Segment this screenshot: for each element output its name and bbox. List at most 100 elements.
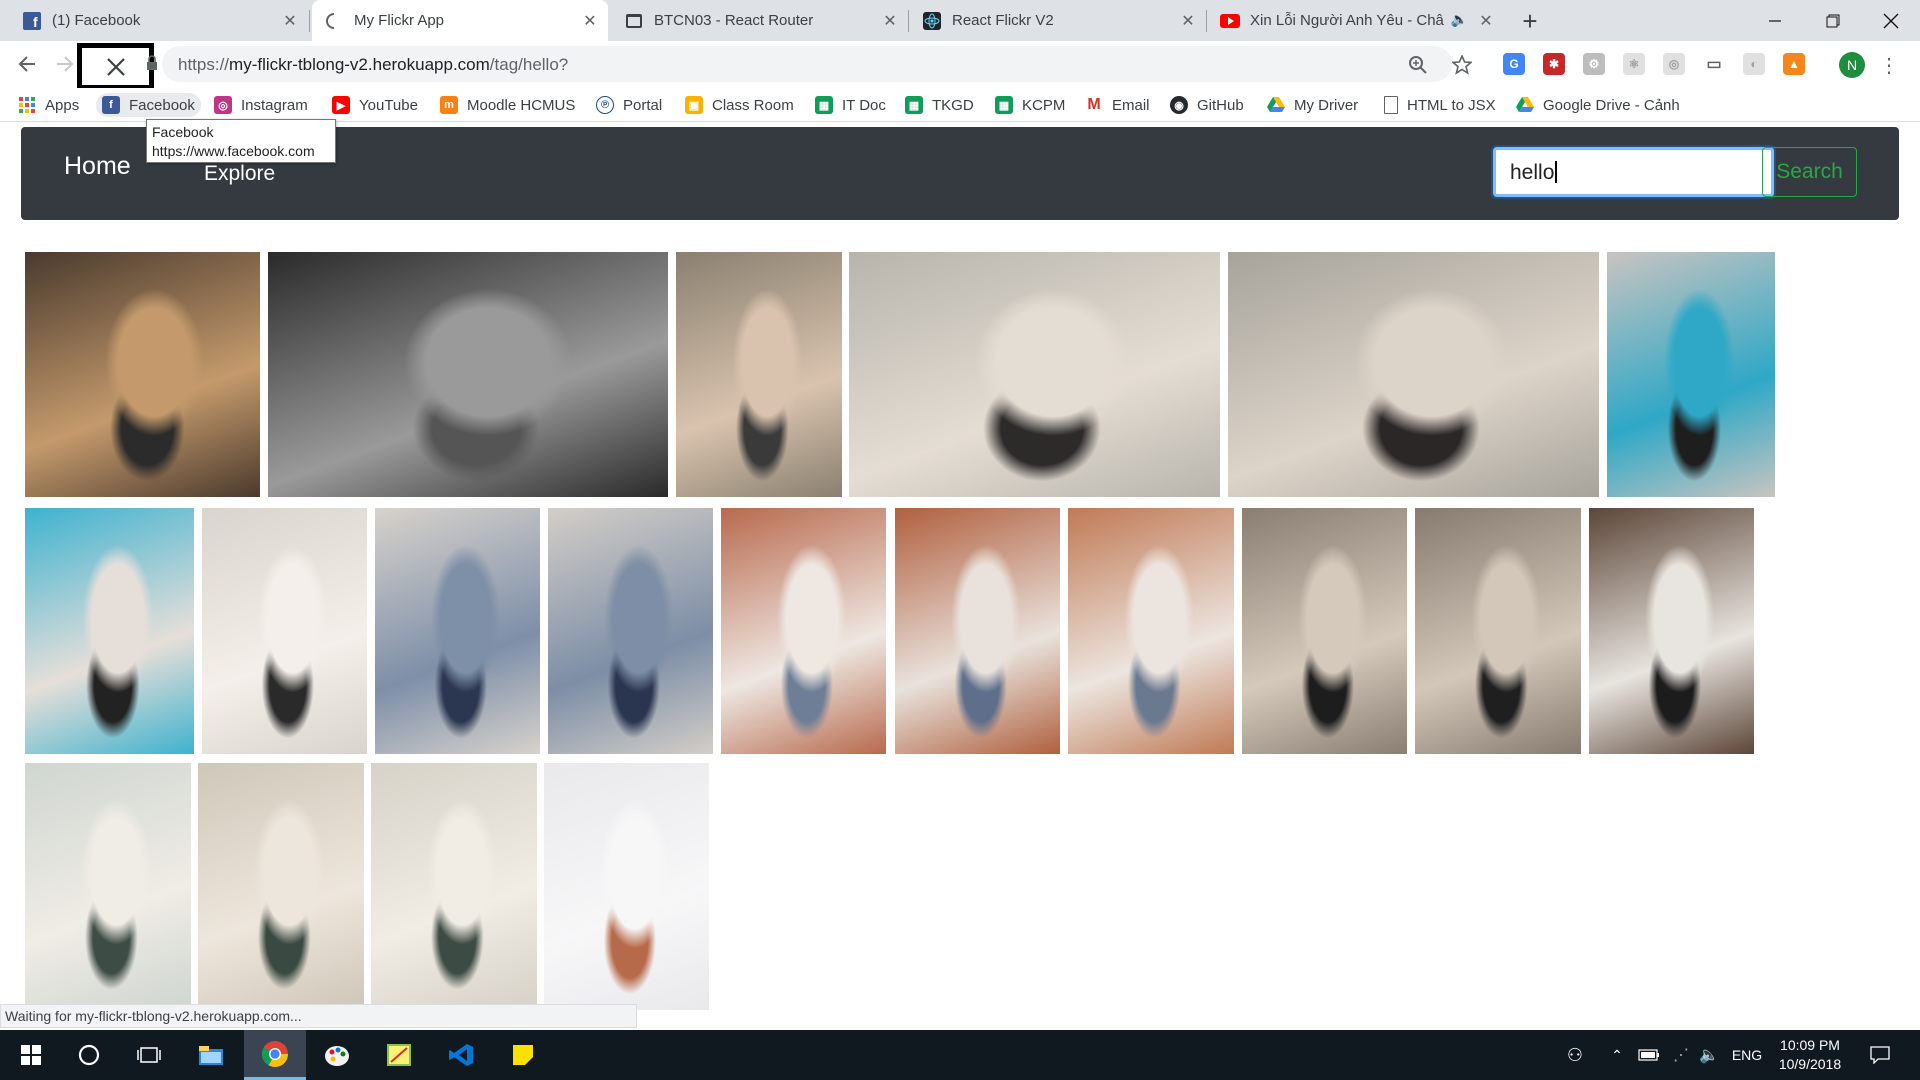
gallery-photo[interactable] [1228, 252, 1599, 497]
browser-toolbar: https://my-flickr-tblong-v2.herokuapp.co… [0, 41, 1920, 90]
windows-start-icon[interactable] [0, 1030, 62, 1080]
audio-playing-icon[interactable]: 🔈 [1451, 11, 1468, 28]
bookmark-apps[interactable]: Apps [18, 93, 79, 117]
metamask-fox-icon[interactable]: ▲ [1783, 53, 1805, 75]
bookmark-label: TKGD [932, 96, 974, 114]
gallery-photo[interactable] [202, 508, 367, 754]
tab-close-icon[interactable]: ✕ [880, 11, 900, 31]
bookmark-classroom[interactable]: ▣ Class Room [685, 93, 794, 117]
nav-home-link[interactable]: Home [64, 152, 131, 181]
bookmark-facebook[interactable]: f Facebook [96, 93, 201, 117]
bookmark-instagram[interactable]: ◎ Instagram [214, 93, 308, 117]
close-window-button[interactable] [1862, 0, 1920, 41]
stop-loading-button[interactable] [77, 43, 154, 90]
extension-moon-icon[interactable]: ◐ [1743, 53, 1765, 75]
bookmark-it-doc[interactable]: ▦ IT Doc [815, 93, 886, 117]
restore-button[interactable] [1804, 0, 1862, 41]
bookmark-youtube[interactable]: ▶ YouTube [332, 93, 418, 117]
gallery-photo[interactable] [371, 763, 537, 1005]
extension-react-icon[interactable]: ⚛ [1623, 53, 1645, 75]
star-bookmark-icon[interactable] [1451, 54, 1473, 76]
gallery-photo[interactable] [375, 508, 540, 754]
tab-close-icon[interactable]: ✕ [1178, 11, 1198, 31]
cast-icon[interactable]: ▭ [1703, 53, 1725, 75]
extension-gear-icon[interactable]: ⚙ [1583, 53, 1605, 75]
gallery-photo[interactable] [849, 252, 1220, 497]
address-url: https://my-flickr-tblong-v2.herokuapp.co… [178, 55, 569, 74]
gallery-photo[interactable] [548, 508, 713, 754]
bookmark-tkgd[interactable]: ▦ TKGD [905, 93, 974, 117]
file-explorer-icon[interactable] [180, 1030, 242, 1080]
paint-icon[interactable] [306, 1030, 368, 1080]
tab-separator [309, 10, 310, 32]
bookmark-my-driver[interactable]: My Driver [1267, 93, 1358, 117]
bookmark-html-to-jsx[interactable]: HTML to JSX [1384, 93, 1496, 117]
gallery-photo[interactable] [676, 252, 842, 497]
gallery-photo[interactable] [268, 252, 668, 497]
extension-circle-icon[interactable]: ◎ [1663, 53, 1685, 75]
tab-close-icon[interactable]: ✕ [280, 11, 300, 31]
gallery-photo[interactable] [1589, 508, 1754, 754]
zoom-icon[interactable] [1407, 54, 1429, 76]
show-hidden-icons-icon[interactable]: ⌃ [1606, 1030, 1628, 1080]
gallery-photo[interactable] [25, 252, 260, 497]
tab-facebook[interactable]: f (1) Facebook ✕ [10, 0, 308, 41]
task-view-icon[interactable] [118, 1030, 180, 1080]
forward-button[interactable] [50, 49, 80, 79]
gallery-photo[interactable] [1242, 508, 1407, 754]
back-button[interactable] [12, 49, 42, 79]
action-center-icon[interactable] [1860, 1030, 1900, 1080]
new-tab-button[interactable]: + [1517, 8, 1543, 34]
adblock-extension-icon[interactable]: ✱ [1543, 53, 1565, 75]
address-bar[interactable]: https://my-flickr-tblong-v2.herokuapp.co… [147, 46, 1452, 82]
chrome-icon[interactable] [244, 1030, 306, 1080]
search-button[interactable]: Search [1762, 147, 1857, 197]
tab-close-icon[interactable]: ✕ [580, 11, 600, 31]
sticky-notes-icon[interactable] [492, 1030, 554, 1080]
youtube-icon [1220, 11, 1240, 31]
vscode-icon[interactable] [430, 1030, 492, 1080]
tooltip-title: Facebook [152, 124, 214, 140]
system-clock[interactable]: 10:09 PM 10/9/2018 [1768, 1036, 1852, 1074]
bookmark-kcpm[interactable]: ▦ KCPM [995, 93, 1065, 117]
sheets-icon: ▦ [815, 96, 833, 114]
classroom-icon: ▣ [685, 96, 703, 114]
translate-extension-icon[interactable]: G [1503, 53, 1525, 75]
gmail-icon: M [1085, 96, 1103, 114]
wifi-icon[interactable]: ⋰ [1668, 1030, 1694, 1080]
gallery-photo[interactable] [721, 508, 886, 754]
gallery-photo[interactable] [1607, 252, 1775, 497]
minimize-button[interactable] [1746, 0, 1804, 41]
bookmark-portal[interactable]: ℗ Portal [596, 93, 662, 117]
tab-close-icon[interactable]: ✕ [1476, 11, 1496, 31]
input-language[interactable]: ENG [1726, 1030, 1768, 1080]
search-input[interactable]: hello [1493, 147, 1774, 197]
bookmark-email[interactable]: M Email [1085, 93, 1150, 117]
gallery-photo[interactable] [1415, 508, 1581, 754]
bookmarks-bar: Apps f Facebook ◎ Instagram ▶ YouTube m … [0, 88, 1920, 122]
people-icon[interactable]: ⚇ [1560, 1030, 1590, 1080]
battery-icon[interactable] [1636, 1030, 1662, 1080]
snipping-tool-icon[interactable] [368, 1030, 430, 1080]
profile-avatar[interactable]: N [1839, 52, 1865, 78]
gallery-photo[interactable] [25, 508, 194, 754]
gallery-photo[interactable] [198, 763, 364, 1005]
nav-explore-link[interactable]: Explore [204, 162, 275, 186]
page-icon [624, 11, 644, 31]
gallery-photo[interactable] [1068, 508, 1234, 754]
bookmark-moodle[interactable]: m Moodle HCMUS [440, 93, 575, 117]
bookmark-google-drive[interactable]: Google Drive - Cảnh [1516, 93, 1684, 117]
cortana-search-icon[interactable] [58, 1030, 120, 1080]
gallery-photo[interactable] [895, 508, 1060, 754]
bookmark-label: Facebook [129, 96, 195, 114]
tab-my-flickr-app[interactable]: My Flickr App ✕ [312, 0, 608, 41]
volume-icon[interactable]: 🔈 [1696, 1030, 1722, 1080]
gallery-photo[interactable] [25, 763, 191, 1005]
tab-react-flickr-v2[interactable]: React Flickr V2 ✕ [910, 0, 1206, 41]
bookmark-github[interactable]: ◉ GitHub [1170, 93, 1244, 117]
browser-menu-icon[interactable]: ⋮ [1879, 52, 1899, 78]
tab-btcn03-react-router[interactable]: BTCN03 - React Router ✕ [612, 0, 908, 41]
gallery-photo[interactable] [544, 763, 709, 1010]
loading-spinner-icon [324, 11, 344, 31]
tab-youtube[interactable]: Xin Lỗi Người Anh Yêu - Châ 🔈 ✕ [1208, 0, 1504, 41]
